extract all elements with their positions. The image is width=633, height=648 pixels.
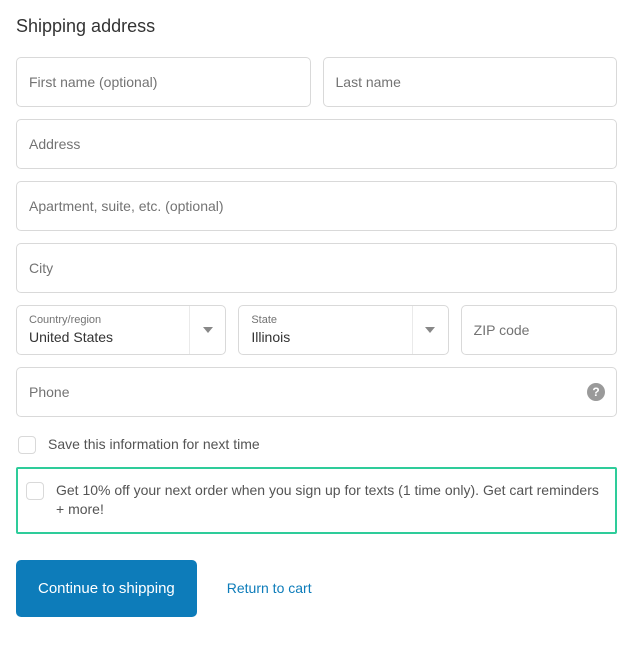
phone-field[interactable] [16, 367, 617, 417]
help-icon[interactable]: ? [587, 383, 605, 401]
state-select-label: State [251, 314, 407, 327]
sms-offer-checkbox[interactable] [26, 482, 44, 500]
country-select-label: Country/region [29, 314, 185, 327]
state-select-value: Illinois [251, 329, 407, 346]
sms-offer-highlight: Get 10% off your next order when you sig… [16, 467, 617, 534]
first-name-field[interactable] [16, 57, 311, 107]
chevron-down-icon [412, 306, 448, 354]
sms-offer-label: Get 10% off your next order when you sig… [56, 481, 607, 520]
save-info-checkbox[interactable] [18, 436, 36, 454]
zip-field[interactable] [461, 305, 617, 355]
chevron-down-icon [189, 306, 225, 354]
country-select[interactable]: Country/region United States [16, 305, 226, 355]
continue-button[interactable]: Continue to shipping [16, 560, 197, 617]
return-link[interactable]: Return to cart [227, 580, 312, 596]
city-field[interactable] [16, 243, 617, 293]
state-select[interactable]: State Illinois [238, 305, 448, 355]
address-field[interactable] [16, 119, 617, 169]
apartment-field[interactable] [16, 181, 617, 231]
section-title: Shipping address [16, 16, 617, 37]
last-name-field[interactable] [323, 57, 618, 107]
save-info-label: Save this information for next time [48, 435, 260, 455]
country-select-value: United States [29, 329, 185, 346]
